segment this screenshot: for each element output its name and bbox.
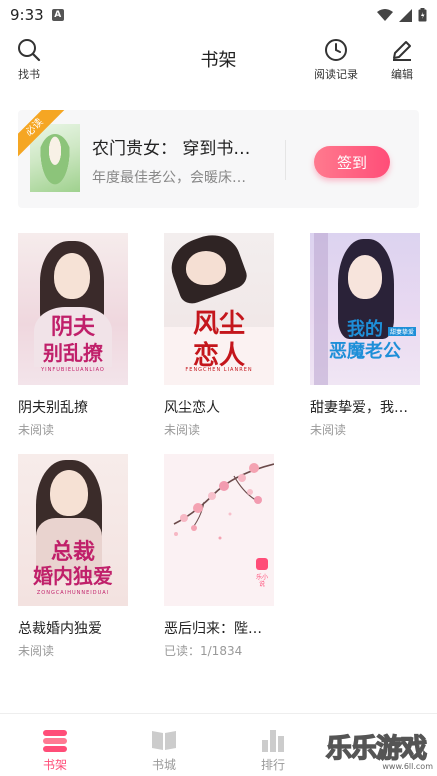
recommended-book-card[interactable]: 必读 农门贵女： 穿到书… 年度最佳老公，会暖床… 签到 [18, 110, 419, 208]
read-status: 未阅读 [164, 423, 201, 437]
status-bar: 9:33 A [0, 0, 437, 30]
notification-icon: A [51, 9, 64, 21]
book-title: 恶后归来：陛… [164, 621, 262, 637]
book-cover: 总裁 婚内独爱 ZONGCAIHUNNEIDUAI [18, 454, 128, 606]
check-in-button[interactable]: 签到 [314, 146, 390, 178]
book-cover: 风尘 恋人 FENGCHEN LIANREN [164, 233, 274, 385]
book-title: 风尘恋人 [164, 400, 220, 416]
open-book-icon [152, 731, 176, 750]
reading-history-label: 阅读记录 [314, 68, 358, 81]
pencil-icon [393, 41, 411, 61]
page-title: 书架 [200, 50, 237, 71]
tab-bookstore[interactable]: 书城 [134, 728, 194, 773]
recommended-book-title: 农门贵女： 穿到书… [92, 139, 251, 159]
book-cover: 乐小说 [164, 454, 274, 606]
status-icons [377, 8, 427, 22]
wifi-icon [377, 8, 393, 21]
battery-icon [418, 8, 427, 22]
read-status: 未阅读 [310, 423, 347, 437]
recommended-book-subtitle: 年度最佳老公，会暖床… [92, 170, 246, 186]
tab-label: 排行 [260, 758, 285, 772]
divider [285, 140, 286, 180]
tab-bookshelf[interactable]: 书架 [25, 728, 85, 773]
read-status: 已读：1/1834 [164, 644, 243, 658]
tab-ranking[interactable]: 排行 [243, 728, 303, 773]
find-book-button[interactable]: 找书 [17, 38, 41, 82]
book-item[interactable]: 阴夫 别乱撩 YINFUBIELUANLIAO 阴夫别乱撩 未阅读 [18, 233, 128, 438]
reading-history-button[interactable]: 阅读记录 [314, 38, 358, 82]
book-title: 阴夫别乱撩 [18, 400, 88, 416]
book-item[interactable]: 乐小说 恶后归来：陛… 已读：1/1834 [164, 454, 274, 659]
signal-icon [399, 8, 412, 22]
edit-button[interactable]: 编辑 [390, 38, 414, 82]
status-time: 9:33 [10, 6, 44, 24]
book-cover: 阴夫 别乱撩 YINFUBIELUANLIAO [18, 233, 128, 385]
search-icon [18, 39, 41, 62]
book-cover: 我的 恶魔老公 甜妻挚爱 [310, 233, 420, 385]
bookshelf-icon [43, 730, 67, 752]
read-status: 未阅读 [18, 644, 55, 658]
book-item[interactable]: 我的 恶魔老公 甜妻挚爱 甜妻挚爱，我… 未阅读 [310, 233, 420, 438]
must-read-ribbon: 必读 [18, 110, 70, 164]
top-bar: 找书 书架 阅读记录 编辑 [0, 34, 437, 84]
book-title: 总裁婚内独爱 [18, 621, 102, 637]
read-status: 未阅读 [18, 423, 55, 437]
ranking-bars-icon [262, 730, 284, 752]
tab-label: 书架 [42, 758, 67, 772]
book-item[interactable]: 风尘 恋人 FENGCHEN LIANREN 风尘恋人 未阅读 [164, 233, 274, 438]
book-title: 甜妻挚爱，我… [310, 400, 408, 416]
find-book-label: 找书 [18, 68, 40, 81]
bottom-tab-bar: 书架 书城 排行 [0, 713, 437, 776]
clock-icon [325, 39, 347, 61]
edit-label: 编辑 [391, 68, 413, 81]
book-item[interactable]: 总裁 婚内独爱 ZONGCAIHUNNEIDUAI 总裁婚内独爱 未阅读 [18, 454, 128, 659]
tab-label: 书城 [151, 758, 176, 772]
brand-logo [256, 558, 268, 570]
